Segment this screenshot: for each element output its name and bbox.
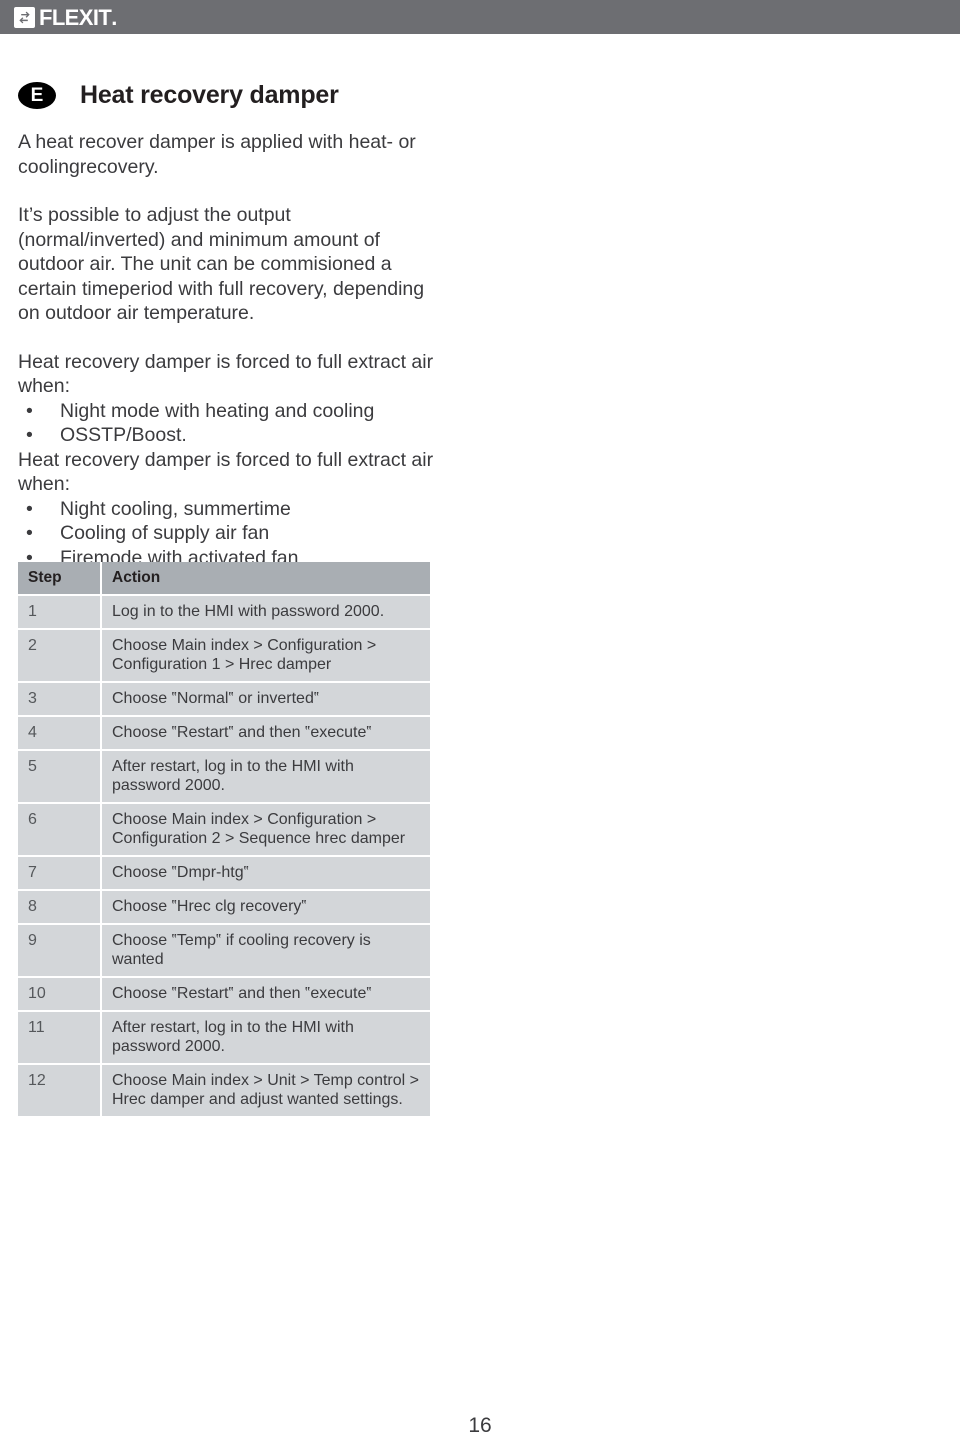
section-heading: E Heat recovery damper	[18, 81, 339, 110]
cell-step: 3	[18, 683, 102, 717]
cell-step: 9	[18, 925, 102, 978]
forced-intro-2: Heat recovery damper is forced to full e…	[18, 448, 434, 496]
cell-action: Choose ‟Restart‟ and then ‟execute‟	[102, 978, 430, 1012]
cell-step: 2	[18, 630, 102, 683]
column-header-step: Step	[18, 562, 102, 596]
table-row: 9 Choose ‟Temp‟ if cooling recovery is w…	[18, 925, 430, 978]
steps-table: Step Action 1 Log in to the HMI with pas…	[18, 562, 430, 1116]
list-item: • Night mode with heating and cooling	[18, 399, 438, 424]
cell-step: 7	[18, 857, 102, 891]
table-row: 6 Choose Main index > Configuration > Co…	[18, 804, 430, 857]
forced-list-2: • Night cooling, summertime • Cooling of…	[18, 497, 438, 571]
table-row: 7 Choose ‟Dmpr-htg‟	[18, 857, 430, 891]
bullet-icon: •	[26, 424, 33, 446]
forced-list-1: • Night mode with heating and cooling • …	[18, 399, 438, 448]
cell-step: 1	[18, 596, 102, 630]
cell-step: 6	[18, 804, 102, 857]
table-row: 12 Choose Main index > Unit > Temp contr…	[18, 1065, 430, 1116]
exchange-arrows-icon	[14, 6, 35, 28]
cell-step: 4	[18, 717, 102, 751]
table-header-row: Step Action	[18, 562, 430, 596]
table-row: 10 Choose ‟Restart‟ and then ‟execute‟	[18, 978, 430, 1012]
flexit-logo: FLEXIT .	[14, 6, 117, 28]
intro-paragraph: A heat recover damper is applied with he…	[18, 131, 416, 178]
cell-step: 11	[18, 1012, 102, 1065]
brand-header-bar: FLEXIT .	[0, 0, 960, 34]
cell-step: 10	[18, 978, 102, 1012]
cell-step: 8	[18, 891, 102, 925]
column-header-action: Action	[102, 562, 430, 596]
cell-step: 5	[18, 751, 102, 804]
bullet-icon: •	[26, 522, 33, 544]
section-badge: E	[18, 82, 56, 109]
list-item-label: OSSTP/Boost.	[60, 424, 187, 446]
table-row: 3 Choose ‟Normal‟ or inverted‟	[18, 683, 430, 717]
list-item-label: Cooling of supply air fan	[60, 522, 270, 544]
cell-action: Choose ‟Temp‟ if cooling recovery is wan…	[102, 925, 430, 978]
bullet-icon: •	[26, 497, 33, 520]
adjust-output-paragraph: It’s possible to adjust the output (norm…	[18, 204, 425, 324]
forced-intro-1: Heat recovery damper is forced to full e…	[18, 350, 434, 398]
table-row: 1 Log in to the HMI with password 2000.	[18, 596, 430, 630]
bullet-icon: •	[26, 399, 33, 422]
cell-action: Choose ‟Restart‟ and then ‟execute‟	[102, 717, 430, 751]
cell-action: After restart, log in to the HMI with pa…	[102, 1012, 430, 1065]
body-text-column: A heat recover damper is applied with he…	[18, 130, 438, 570]
brand-wordmark: FLEXIT	[39, 4, 112, 30]
cell-action: Choose Main index > Unit > Temp control …	[102, 1065, 430, 1116]
table-row: 4 Choose ‟Restart‟ and then ‟execute‟	[18, 717, 430, 751]
table-row: 8 Choose ‟Hrec clg recovery‟	[18, 891, 430, 925]
cell-action: Choose ‟Hrec clg recovery‟	[102, 891, 430, 925]
cell-action: Choose Main index > Configuration > Conf…	[102, 804, 430, 857]
page-number: 16	[468, 1414, 492, 1437]
cell-action: Choose Main index > Configuration > Conf…	[102, 630, 430, 683]
page-title: Heat recovery damper	[80, 81, 339, 109]
list-item: • OSSTP/Boost.	[18, 423, 438, 448]
table-row: 11 After restart, log in to the HMI with…	[18, 1012, 430, 1065]
cell-action: Log in to the HMI with password 2000.	[102, 596, 430, 630]
cell-action: Choose ‟Dmpr-htg‟	[102, 857, 430, 891]
cell-action: Choose ‟Normal‟ or inverted‟	[102, 683, 430, 717]
list-item: • Cooling of supply air fan	[18, 521, 438, 546]
brand-trademark-dot: .	[111, 4, 118, 30]
table-row: 5 After restart, log in to the HMI with …	[18, 751, 430, 804]
cell-step: 12	[18, 1065, 102, 1116]
cell-action: After restart, log in to the HMI with pa…	[102, 751, 430, 804]
table-body: 1 Log in to the HMI with password 2000. …	[18, 596, 430, 1116]
list-item-label: Night mode with heating and cooling	[60, 399, 375, 422]
list-item-label: Night cooling, summertime	[60, 497, 291, 520]
list-item: • Night cooling, summertime	[18, 497, 438, 522]
table-row: 2 Choose Main index > Configuration > Co…	[18, 630, 430, 683]
